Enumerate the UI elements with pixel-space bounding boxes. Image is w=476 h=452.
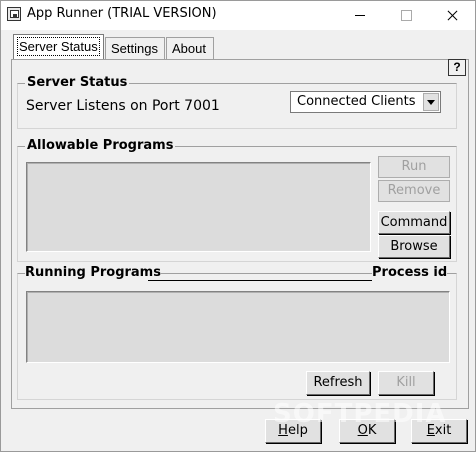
- command-button[interactable]: Command: [378, 211, 450, 234]
- tab-label: Server Status: [17, 37, 100, 56]
- allowable-programs-group-title: Allowable Programs: [25, 138, 176, 153]
- help-question-button[interactable]: ?: [448, 59, 466, 76]
- remove-button[interactable]: Remove: [378, 180, 450, 202]
- exit-button-label: xit: [434, 423, 452, 438]
- ok-button-mnemonic: O: [357, 423, 368, 438]
- tab-label: About: [172, 41, 206, 56]
- refresh-button[interactable]: Refresh: [306, 371, 370, 395]
- exit-button-mnemonic: E: [426, 423, 435, 438]
- tab-settings[interactable]: Settings: [105, 37, 165, 59]
- kill-button[interactable]: Kill: [378, 371, 434, 395]
- tab-about[interactable]: About: [166, 37, 214, 59]
- help-button-label: elp: [287, 423, 308, 438]
- client-view-select-value: Connected Clients: [297, 94, 416, 109]
- ok-button-label: K: [367, 423, 377, 438]
- tab-label: Settings: [111, 41, 158, 56]
- browse-button[interactable]: Browse: [378, 235, 450, 258]
- app-icon: [7, 7, 21, 21]
- close-icon[interactable]: [429, 1, 475, 30]
- process-id-header: Process id: [372, 265, 448, 280]
- server-port-text: Server Listens on Port 7001: [26, 98, 220, 114]
- help-button-mnemonic: H: [278, 423, 288, 438]
- allowable-programs-list[interactable]: [26, 162, 371, 252]
- exit-button[interactable]: Exit: [411, 419, 467, 443]
- tab-server-status[interactable]: Server Status: [13, 34, 104, 60]
- window-title: App Runner (TRIAL VERSION): [27, 6, 217, 21]
- help-button[interactable]: Help: [265, 419, 321, 443]
- header-underline: [148, 280, 372, 281]
- minimize-icon[interactable]: [337, 1, 383, 30]
- title-bar[interactable]: App Runner (TRIAL VERSION): [1, 1, 475, 30]
- ok-button[interactable]: OK: [339, 419, 395, 443]
- chevron-down-icon[interactable]: [423, 93, 439, 111]
- running-programs-list[interactable]: [26, 291, 450, 363]
- running-programs-group-title: Running Programs: [25, 265, 161, 280]
- app-window: App Runner (TRIAL VERSION) Server Status…: [0, 0, 476, 452]
- server-status-group-title: Server Status: [25, 75, 130, 90]
- run-button[interactable]: Run: [378, 156, 450, 178]
- maximize-icon: [383, 1, 429, 30]
- client-view-select[interactable]: Connected Clients: [290, 91, 441, 113]
